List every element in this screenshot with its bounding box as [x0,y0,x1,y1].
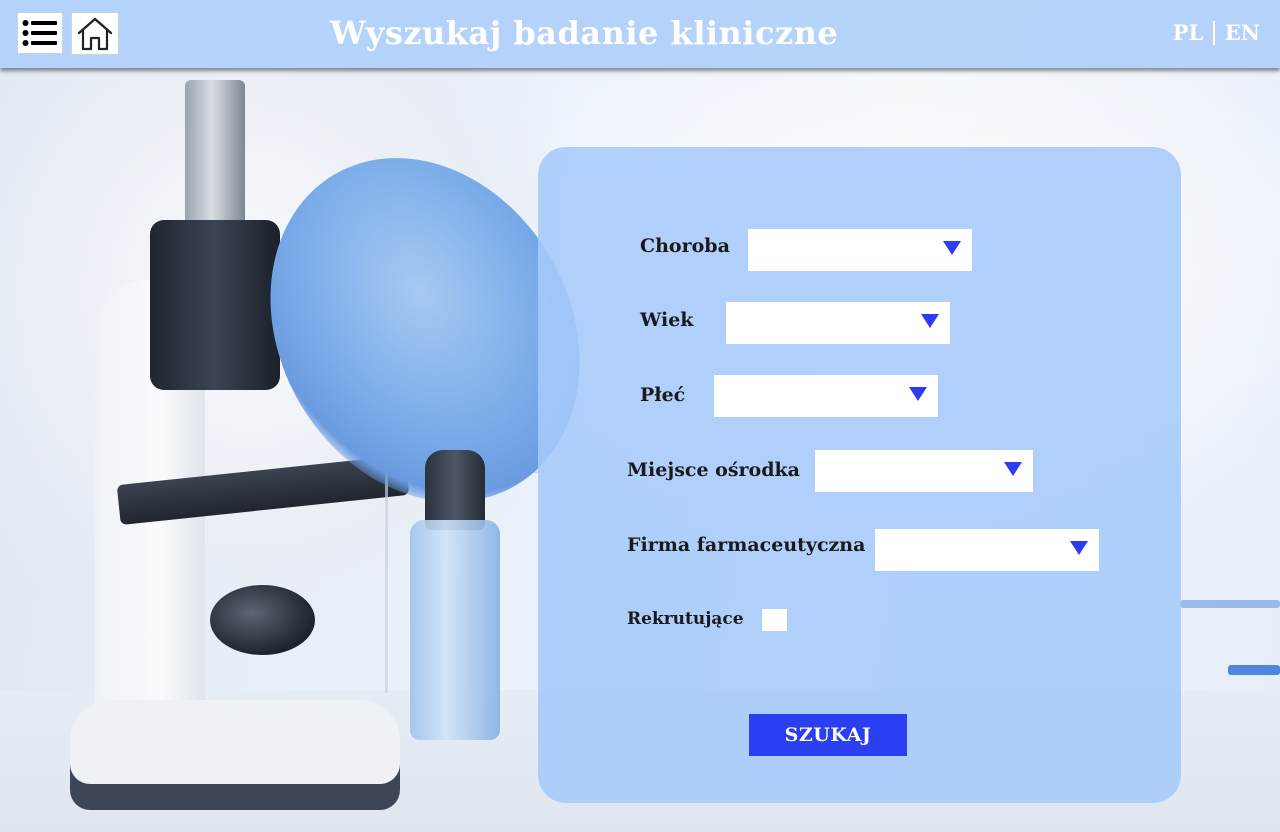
dropper-bottle [410,520,500,740]
age-label: Wiek [640,309,694,331]
sex-select[interactable] [714,375,938,417]
pharma-company-select[interactable] [875,529,1099,571]
microscope-base [70,700,400,810]
list-icon [22,20,57,46]
pharma-company-label: Firma farmaceutyczna [627,534,866,556]
dropper-bottle-cap [425,450,485,530]
recruiting-checkbox[interactable] [762,609,787,631]
language-pl-link[interactable]: PL [1173,20,1204,45]
language-divider [1213,20,1215,45]
home-button[interactable] [71,12,119,55]
dropdown-arrow-icon [1070,541,1088,555]
language-en-link[interactable]: EN [1225,20,1260,45]
header-bar: Wyszukaj badanie kliniczne PL EN [0,0,1280,68]
recruiting-label: Rekrutujące [627,609,744,629]
dropdown-arrow-icon [921,314,939,328]
microscope-head [150,220,280,390]
dropdown-arrow-icon [909,387,927,401]
page: Wyszukaj badanie kliniczne PL EN Choroba… [0,0,1280,832]
dropdown-arrow-icon [943,241,961,255]
age-select[interactable] [726,302,950,344]
dropdown-arrow-icon [1004,462,1022,476]
pipette [1180,600,1280,608]
menu-button[interactable] [17,12,63,54]
marker [1228,665,1280,675]
search-button[interactable]: SZUKAJ [749,714,907,756]
microscope-knob [210,585,315,655]
disease-label: Choroba [640,235,730,257]
search-form-panel: Choroba Wiek Płeć Miejsce ośrodka Firma … [538,147,1181,803]
site-location-select[interactable] [815,450,1033,492]
sex-label: Płeć [640,384,686,406]
site-location-label: Miejsce ośrodka [627,459,800,481]
language-switcher: PL EN [1173,20,1260,45]
page-title: Wyszukaj badanie kliniczne [330,14,839,52]
home-icon [77,17,113,50]
disease-select[interactable] [748,229,972,271]
